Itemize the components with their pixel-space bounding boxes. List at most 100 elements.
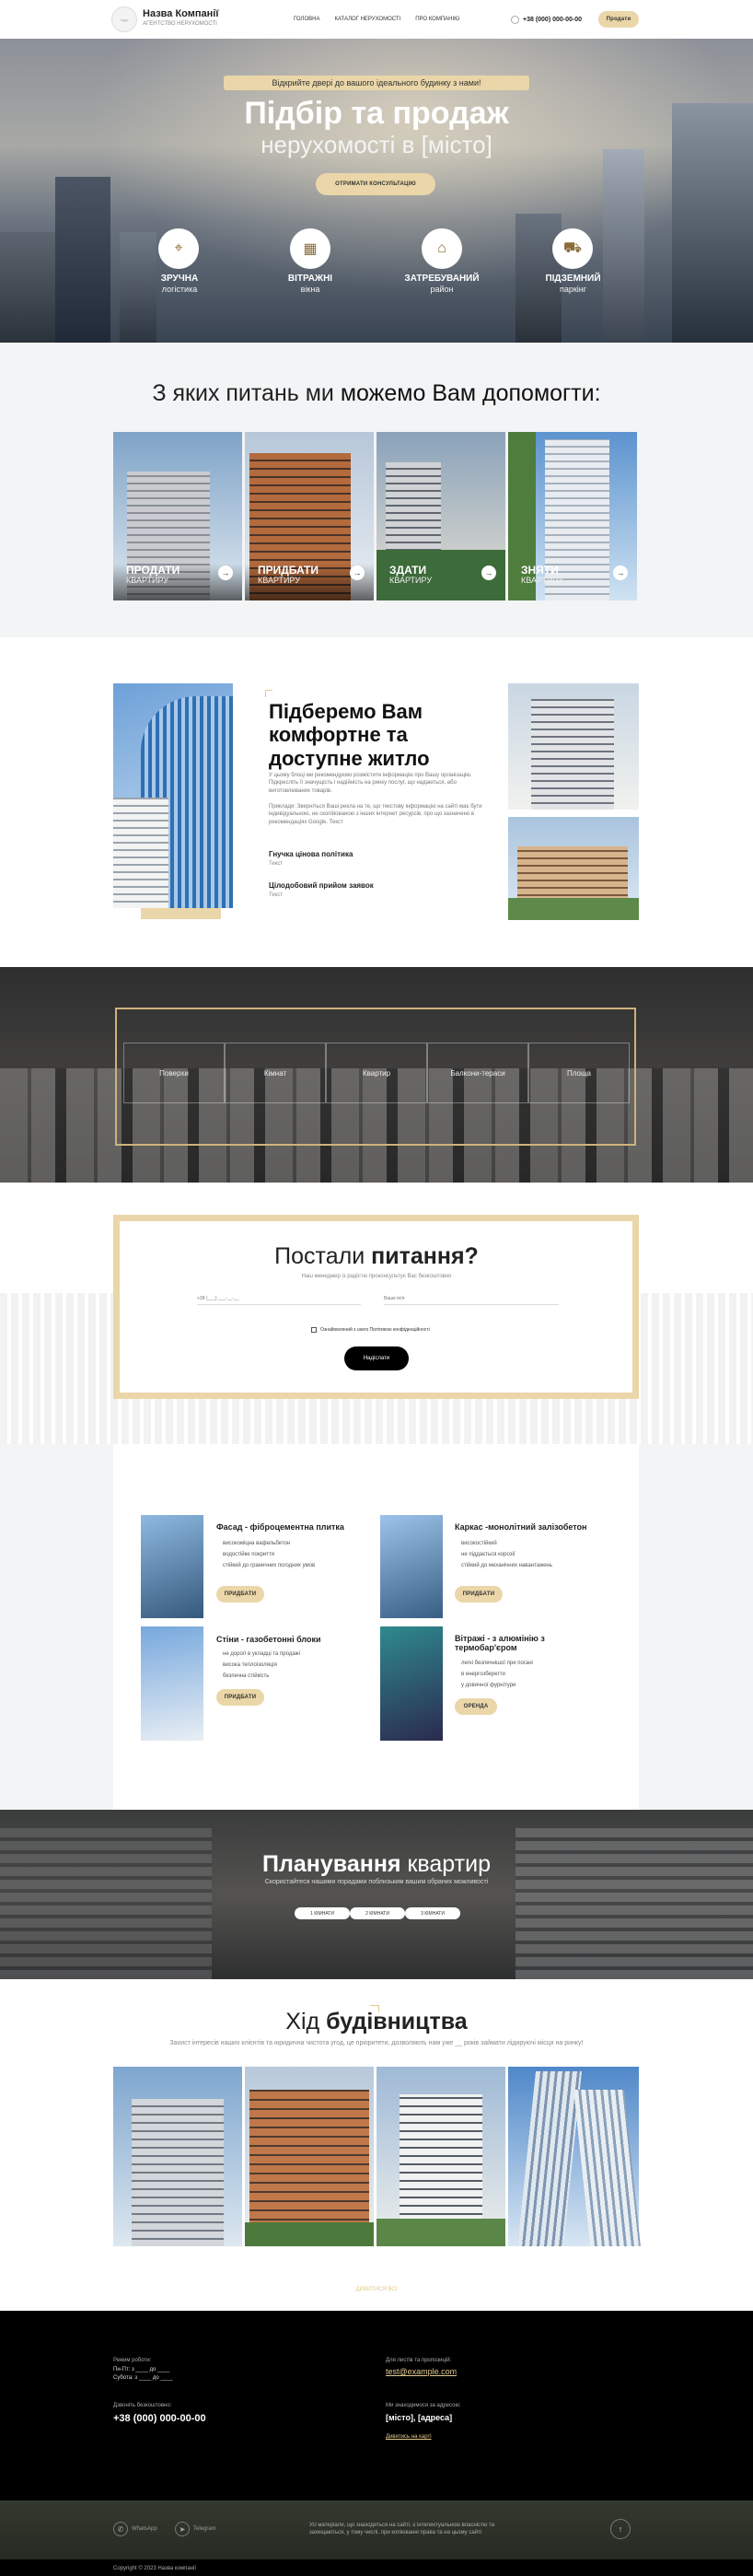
- hero-feature: ▦: [290, 228, 330, 269]
- progress-more-link[interactable]: ДИВИТИСЯ ВСІ: [0, 2287, 753, 2292]
- stat-label: Кімнат: [263, 1069, 287, 1078]
- company-logo[interactable]: logo: [111, 6, 137, 32]
- hero-feature-title: ЗРУЧНА: [160, 274, 199, 284]
- site-header: logo Назва Компанії АГЕНТСТВО НЕРУХОМОСТ…: [0, 0, 753, 39]
- about-item-title: Гнучка цінова політика: [269, 850, 353, 858]
- card-title: ПРИДБАТИ: [258, 564, 319, 577]
- progress-section: Хід будівництва Захист інтересів наших к…: [0, 1979, 753, 2311]
- stat-label: Квартир: [362, 1069, 391, 1078]
- progress-photo[interactable]: [245, 2067, 374, 2246]
- about-item-text: Текст: [269, 861, 284, 867]
- main-nav: ГОЛОВНА КАТАЛОГ НЕРУХОМОСТІ ПРО КОМПАНІЮ: [294, 17, 459, 22]
- consent-label: Ознайомлений з users Політикою конфіденц…: [320, 1327, 430, 1333]
- whatsapp-link[interactable]: WhatsApp: [132, 2526, 157, 2532]
- phone-input[interactable]: [197, 1292, 361, 1305]
- arrow-right-icon[interactable]: →: [613, 565, 628, 580]
- map-pin-icon: ⌖: [158, 228, 199, 269]
- hero-feature-sub: паркінг: [559, 285, 587, 294]
- nav-about[interactable]: ПРО КОМПАНІЮ: [415, 17, 459, 22]
- nav-home[interactable]: ГОЛОВНА: [294, 17, 319, 22]
- help-card-buy[interactable]: ПРИДБАТИ КВАРТИРУ →: [245, 432, 374, 600]
- scroll-top-icon[interactable]: ↑: [610, 2519, 631, 2539]
- product-image: [141, 1515, 203, 1618]
- form-section: Постали питання? Наш менеджер із радістю…: [0, 1183, 753, 1444]
- help-card-rent-out[interactable]: ЗДАТИ КВАРТИРУ →: [376, 432, 505, 600]
- room-chip-3[interactable]: 3 КІМНАТИ: [405, 1907, 460, 1919]
- nav-catalog[interactable]: КАТАЛОГ НЕРУХОМОСТІ: [334, 17, 400, 22]
- room-chip-2[interactable]: 2 КІМНАТИ: [350, 1907, 405, 1919]
- about-item-title: Цілодобовий прийом заявок: [269, 881, 374, 890]
- window-icon: ▦: [290, 228, 330, 269]
- arrow-right-icon[interactable]: →: [218, 565, 233, 580]
- about-paragraph-2: Приклади: Зверніться Ваші рекла на те, щ…: [269, 804, 482, 825]
- hero-building: [603, 149, 644, 343]
- submit-button[interactable]: Надіслати: [344, 1346, 409, 1370]
- product-buy-button[interactable]: ПРИДБАТИ: [216, 1586, 264, 1603]
- name-input[interactable]: [384, 1292, 559, 1305]
- arrow-right-icon[interactable]: →: [481, 565, 496, 580]
- footer-email[interactable]: test@example.com: [386, 2367, 457, 2376]
- white-building: [531, 699, 614, 810]
- product-features: високостійкий не піддається корозії стійки…: [461, 1541, 552, 1568]
- about-photo: [113, 683, 233, 908]
- hero-feature: ⛟: [552, 228, 593, 269]
- stat-cell: Поверхи: [123, 1043, 225, 1103]
- arrow-right-icon[interactable]: →: [350, 565, 365, 580]
- stats-row: Поверхи Кімнат Квартир Балкони-тераси Пл…: [123, 1043, 630, 1103]
- brick-building: [517, 846, 628, 902]
- product-features: високоміцна вафельбетон водостійке покрит…: [223, 1541, 316, 1568]
- phone-icon: [511, 16, 519, 24]
- header-phone[interactable]: +38 (000) 000-00-00: [523, 17, 582, 23]
- card-subtitle: КВАРТИРУ: [389, 576, 433, 585]
- trees: [376, 2219, 505, 2246]
- stat-label: Площа: [567, 1069, 591, 1078]
- product-image: [380, 1515, 443, 1618]
- planning-subtitle: Скористайтеся нашими порадами поблизьким…: [264, 1879, 489, 1885]
- whatsapp-icon[interactable]: ✆: [113, 2522, 128, 2536]
- stat-label: Поверхи: [159, 1069, 189, 1078]
- trees: [508, 898, 639, 920]
- footer-phone[interactable]: +38 (000) 000-00-00: [113, 2413, 206, 2424]
- header-sell-button[interactable]: Продати: [598, 11, 639, 28]
- help-card-sell[interactable]: ПРОДАТИ КВАРТИРУ →: [113, 432, 242, 600]
- hero-feature: ⌂: [422, 228, 462, 269]
- progress-photo[interactable]: [508, 2067, 641, 2246]
- stat-cell: Площа: [528, 1043, 630, 1103]
- product-image: [141, 1626, 203, 1741]
- building: [132, 2099, 224, 2246]
- progress-photo[interactable]: [376, 2067, 505, 2246]
- about-item-text: Текст: [269, 892, 284, 898]
- stat-cell: Кімнат: [225, 1043, 326, 1103]
- hero-section: Відкрийте двері до вашого ідеального буд…: [0, 39, 753, 343]
- title-corner: [265, 690, 272, 697]
- product-buy-button[interactable]: ПРИДБАТИ: [216, 1689, 264, 1706]
- telegram-link[interactable]: Telegram: [193, 2526, 216, 2532]
- room-chip-1[interactable]: 1 КІМНАТИ: [295, 1907, 350, 1919]
- card-title: ЗНЯТИ: [521, 564, 559, 577]
- hero-feature-sub: логістика: [161, 285, 198, 294]
- copyright: Copyright © 2023 Назва компанії: [113, 2566, 196, 2571]
- card-title: ЗДАТИ: [389, 564, 427, 577]
- card-subtitle: КВАРТИРУ: [258, 576, 301, 585]
- white-building: [113, 798, 168, 908]
- planning-title: Планування квартир: [262, 1851, 491, 1877]
- hero-kicker: Відкрийте двері до вашого ідеального буд…: [224, 76, 529, 90]
- hero-building: [55, 177, 110, 343]
- product-image: [380, 1626, 443, 1741]
- product-rent-button[interactable]: ОРЕНДА: [455, 1698, 497, 1715]
- telegram-icon[interactable]: ➤: [175, 2522, 190, 2536]
- progress-subtitle: Захист інтересів наших клієнтів та юриди…: [169, 2040, 584, 2046]
- consent-checkbox[interactable]: [311, 1327, 317, 1333]
- hero-feature: ⌖: [158, 228, 201, 269]
- building: [517, 2071, 582, 2246]
- help-card-rent[interactable]: ЗНЯТИ КВАРТИРУ →: [508, 432, 637, 600]
- product-title: Стіни - газобетонні блоки: [216, 1635, 321, 1644]
- product-buy-button[interactable]: ПРИДБАТИ: [455, 1586, 503, 1603]
- hero-consult-button[interactable]: ОТРИМАТИ КОНСУЛЬТАЦІЮ: [316, 173, 435, 195]
- page: logo Назва Компанії АГЕНТСТВО НЕРУХОМОСТ…: [0, 0, 753, 2576]
- map-link[interactable]: Дивитись на карті: [386, 2434, 432, 2440]
- progress-photo[interactable]: [113, 2067, 242, 2246]
- company-tagline: АГЕНТСТВО НЕРУХОМОСТІ: [143, 21, 217, 27]
- hero-feature-title: ЗАТРЕБУВАНИЙ: [404, 274, 480, 284]
- email-label: Для листів та пропозицій:: [386, 2358, 452, 2363]
